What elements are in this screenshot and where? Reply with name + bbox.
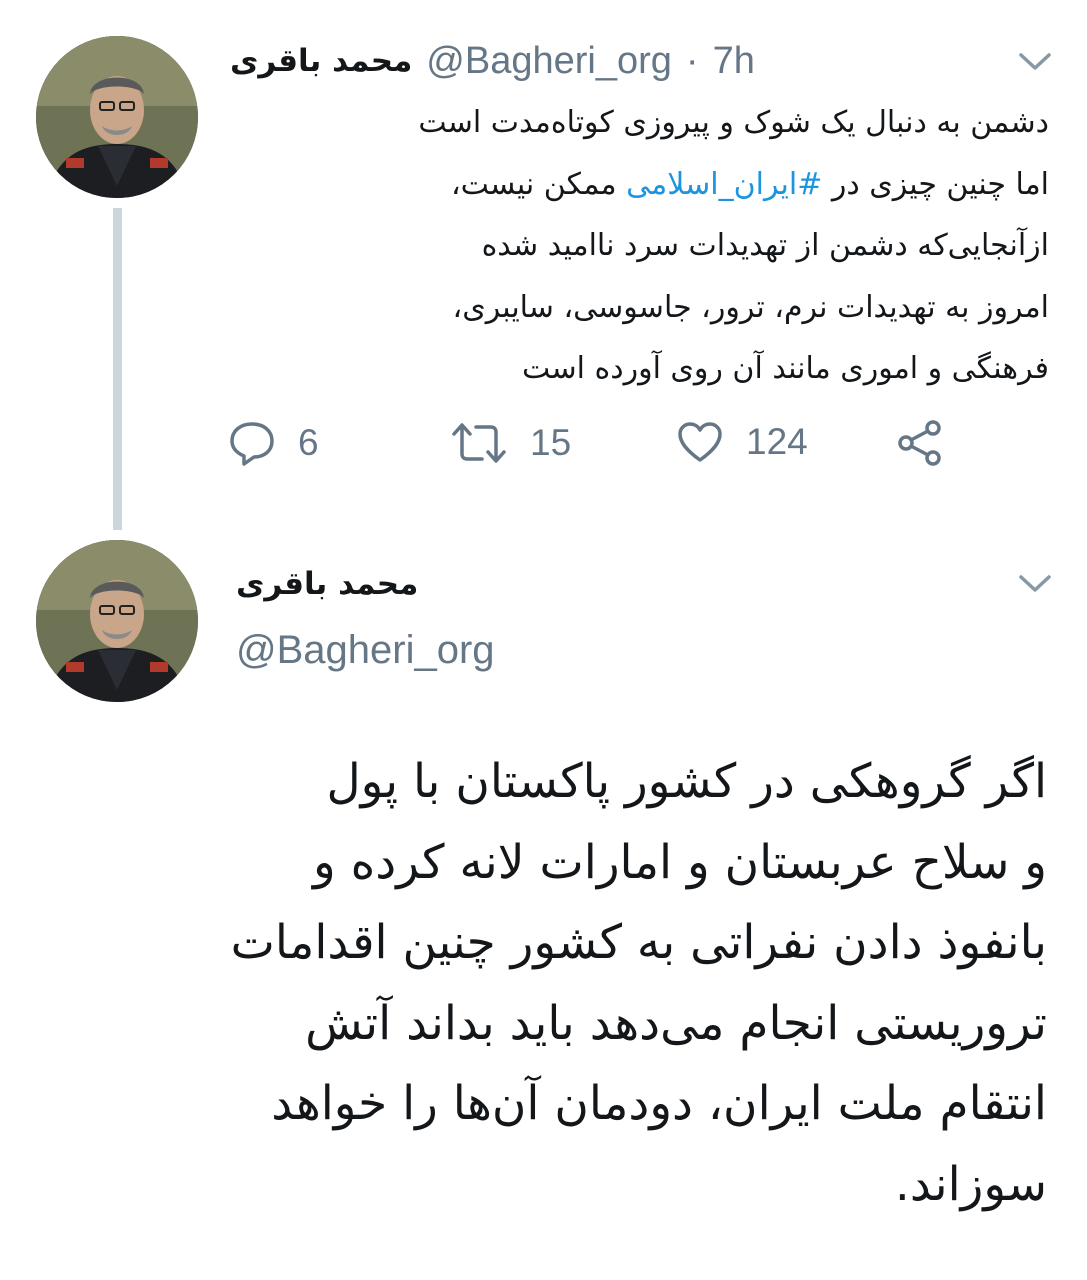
tweet-text-line: امروز به تهدیدات نرم، ترور، جاسوسی، سایب… xyxy=(452,289,1049,325)
tweet-text-line: تروریستی انجام می‌دهد باید بداند آتش xyxy=(305,995,1047,1051)
retweet-icon xyxy=(452,423,506,463)
separator-dot: · xyxy=(685,39,699,82)
display-name[interactable]: محمد باقری xyxy=(230,43,412,79)
handle[interactable]: @Bagheri_org xyxy=(236,628,495,673)
heart-icon xyxy=(678,422,722,462)
tweet-text-line: ازآنجایی‌که دشمن از تهدیدات سرد ناامید ش… xyxy=(481,228,1049,263)
display-name[interactable]: محمد باقری xyxy=(236,566,418,602)
hashtag-link[interactable]: #ایران_اسلامی xyxy=(626,167,822,202)
share-button[interactable] xyxy=(896,420,944,466)
tweet-text-line: سوزاند. xyxy=(894,1156,1047,1212)
avatar[interactable] xyxy=(36,36,198,198)
tweet-text: اگر گروهکی در کشور پاکستان با پول و سلاح… xyxy=(37,742,1047,1225)
share-icon xyxy=(898,420,941,466)
tweet-header: محمد باقری @Bagheri_org · 7h xyxy=(230,34,755,88)
reply-button[interactable]: 6 xyxy=(228,420,319,466)
chevron-down-icon[interactable] xyxy=(1018,574,1052,594)
tweet-text-line: فرهنگی و اموری مانند آن روی آورده است xyxy=(522,351,1049,386)
reply-count: 6 xyxy=(298,422,319,463)
tweet-text-line: اما چنین چیزی در #ایران_اسلامی ممکن نیست… xyxy=(450,166,1049,202)
tweet-text-line: اگر گروهکی در کشور پاکستان با پول xyxy=(326,754,1047,809)
like-count: 124 xyxy=(746,421,808,462)
retweet-count: 15 xyxy=(530,422,572,463)
tweet-text-line: انتقام ملت ایران، دودمان آن‌ها را خواهد xyxy=(271,1076,1047,1131)
tweet-text: دشمن به دنبال یک شوک و پیروزی کوتاه‌مدت … xyxy=(229,92,1049,400)
tweet-text-line: دشمن به دنبال یک شوک و پیروزی کوتاه‌مدت … xyxy=(418,105,1049,140)
chevron-down-icon[interactable] xyxy=(1018,52,1052,72)
retweet-button[interactable]: 15 xyxy=(450,420,571,466)
handle[interactable]: @Bagheri_org xyxy=(426,40,672,83)
avatar[interactable] xyxy=(36,540,198,702)
profile-photo xyxy=(36,540,198,702)
tweet-text-line: بانفوذ دادن نفراتی به کشور چنین اقدامات xyxy=(230,915,1047,970)
reply-icon xyxy=(230,422,274,466)
tweet-text-line: و سلاح عربستان و امارات لانه کرده و xyxy=(313,834,1047,890)
thread-connector-line xyxy=(113,208,122,530)
like-button[interactable]: 124 xyxy=(676,420,808,464)
timestamp[interactable]: 7h xyxy=(713,40,755,83)
profile-photo xyxy=(36,36,198,198)
